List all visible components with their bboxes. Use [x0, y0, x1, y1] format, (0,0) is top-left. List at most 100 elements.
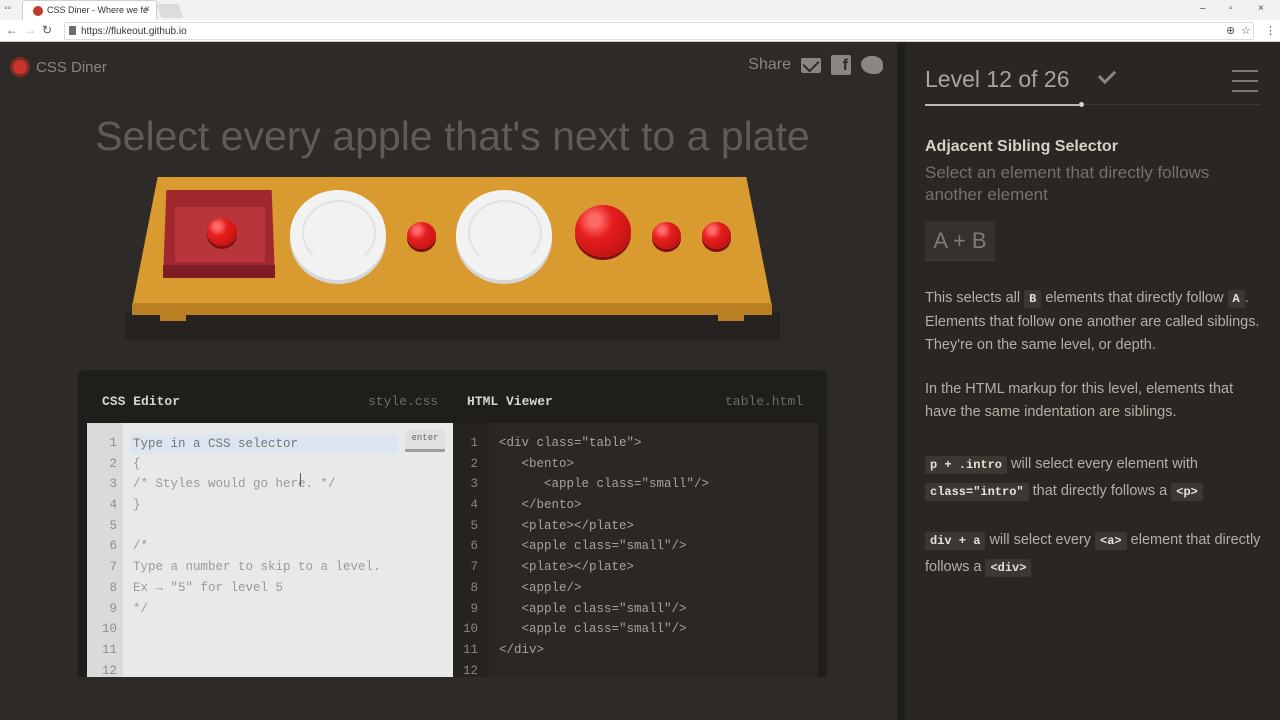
- html-viewer-filename: table.html: [725, 394, 804, 409]
- css-line-number: 9: [109, 601, 117, 616]
- example-text: that directly follows a: [1028, 483, 1172, 499]
- table-leg: [160, 315, 186, 321]
- apple-small-after-plate[interactable]: [407, 222, 436, 249]
- url-field[interactable]: https://flukeout.github.io: [64, 22, 1254, 40]
- logo-text: CSS Diner: [36, 58, 107, 76]
- css-code-line: [133, 619, 381, 640]
- css-code-line: [133, 516, 381, 537]
- css-line-number: 10: [101, 622, 117, 637]
- text-cursor-icon: [300, 473, 301, 486]
- desc-text: elements that directly follow: [1041, 290, 1228, 306]
- html-line-number: 6: [470, 539, 478, 554]
- new-tab-button[interactable]: [156, 4, 184, 18]
- share-label: Share: [748, 56, 791, 73]
- selector-title: Select an element that directly follows …: [925, 163, 1210, 204]
- plate-1[interactable]: [290, 190, 386, 280]
- selector-name: Adjacent Sibling Selector: [925, 138, 1118, 155]
- window-close-icon[interactable]: ×: [1258, 3, 1264, 14]
- twitter-icon[interactable]: [861, 56, 883, 74]
- browser-address-bar: ← → ↻ https://flukeout.github.io ⊕ ☆ ⋮: [0, 20, 1280, 42]
- html-line-number: 7: [470, 560, 478, 575]
- apple-large-after-plate[interactable]: [575, 205, 631, 257]
- css-line-number: 5: [109, 518, 117, 533]
- reload-icon[interactable]: ↻: [42, 23, 52, 37]
- zoom-icon[interactable]: ⊕: [1226, 24, 1235, 37]
- tab-title: CSS Diner - Where we fe: [47, 5, 149, 15]
- css-code-line: /* Styles would go here. */: [133, 477, 336, 492]
- share-bar: Share f: [748, 55, 883, 75]
- html-line-number: 10: [462, 622, 478, 637]
- html-code-line: <apple class="small"/>: [499, 601, 687, 616]
- css-editor-title: CSS Editor: [102, 394, 181, 409]
- html-code-line: <apple class="small"/>: [499, 539, 687, 554]
- apple-small[interactable]: [702, 222, 731, 249]
- apple-small[interactable]: [652, 222, 681, 249]
- html-code-line: [499, 661, 709, 682]
- code-tag: A: [1227, 290, 1245, 308]
- example-text: will select every: [985, 532, 1096, 548]
- css-line-number: 11: [101, 642, 117, 657]
- html-code-line: </bento>: [499, 498, 582, 513]
- html-viewer-title: HTML Viewer: [467, 394, 553, 409]
- plate-2[interactable]: [456, 190, 552, 280]
- browser-tabstrip: ◦◦ CSS Diner - Where we fe × – ▫ ×: [0, 0, 1280, 20]
- bookmark-star-icon[interactable]: ☆: [1241, 24, 1251, 37]
- table-edge: [132, 303, 772, 315]
- css-line-number: 2: [109, 456, 117, 471]
- css-code-line: {: [133, 456, 141, 471]
- forward-icon[interactable]: →: [24, 23, 36, 37]
- selector-description: This selects all B elements that directl…: [925, 287, 1265, 357]
- code-tag: div + a: [925, 532, 986, 550]
- css-diner-logo-icon: [10, 57, 30, 77]
- css-line-number: 1: [109, 436, 117, 450]
- browser-menu-icon[interactable]: ⋮: [1265, 24, 1276, 37]
- html-line-number: 5: [470, 518, 478, 533]
- browser-profile-icon[interactable]: ◦◦: [4, 3, 11, 14]
- level-progress-fill: [925, 104, 1080, 106]
- css-selector-input[interactable]: [130, 434, 398, 454]
- css-code-lines: {/* Styles would go here. */} /* Type a nu…: [133, 433, 381, 681]
- css-code-line: }: [133, 498, 141, 513]
- css-line-numbers: 1 2 3 4 5 6 7 8 9 10 11 12: [87, 433, 117, 681]
- html-line-number: 9: [470, 601, 478, 616]
- css-code-line: [133, 661, 381, 682]
- facebook-icon[interactable]: f: [831, 55, 851, 75]
- html-line-number: 8: [470, 580, 478, 595]
- css-diner-favicon-icon: [33, 6, 43, 16]
- enter-button[interactable]: enter: [405, 430, 445, 452]
- css-code-line: */: [133, 601, 149, 616]
- html-code-line: <plate></plate>: [499, 560, 635, 575]
- html-line-number: 2: [470, 456, 478, 471]
- mail-icon[interactable]: [801, 57, 821, 73]
- browser-tab[interactable]: CSS Diner - Where we fe ×: [22, 0, 157, 20]
- css-line-number: 4: [109, 498, 117, 513]
- code-tag: <a>: [1095, 532, 1127, 550]
- table-shadow: [125, 312, 780, 340]
- html-code-line: </div>: [499, 642, 545, 657]
- tab-close-icon[interactable]: ×: [144, 4, 150, 15]
- example-text: will select every element with: [1007, 456, 1199, 472]
- html-line-number: 1: [470, 436, 478, 450]
- code-tag: p + .intro: [925, 456, 1008, 474]
- window-minimize-icon[interactable]: –: [1200, 3, 1206, 14]
- window-maximize-icon[interactable]: ▫: [1229, 3, 1233, 14]
- table-leg: [718, 315, 744, 321]
- selector-syntax: A + B: [925, 221, 995, 261]
- html-code-line: <apple class="small"/>: [499, 622, 687, 637]
- lock-icon: [69, 26, 76, 35]
- panel-divider[interactable]: [897, 43, 905, 720]
- css-code-line: [133, 640, 381, 661]
- example-1: p + .intro will select every element wit…: [925, 451, 1265, 505]
- html-code-lines: <div class="table"> <bento> <apple class…: [499, 433, 709, 681]
- back-icon[interactable]: ←: [6, 23, 18, 37]
- html-line-number: 11: [462, 642, 478, 657]
- logo[interactable]: CSS Diner: [10, 57, 107, 77]
- html-line-number: 3: [470, 477, 478, 492]
- example-2: div + a will select every <a> element th…: [925, 527, 1265, 581]
- menu-icon[interactable]: [1232, 70, 1258, 100]
- code-tag: <p>: [1171, 483, 1203, 501]
- css-line-number: 8: [109, 580, 117, 595]
- html-code-line: <apple class="small"/>: [499, 477, 710, 492]
- html-code-line: <bento>: [499, 456, 575, 471]
- apple-small-in-bento[interactable]: [207, 218, 237, 246]
